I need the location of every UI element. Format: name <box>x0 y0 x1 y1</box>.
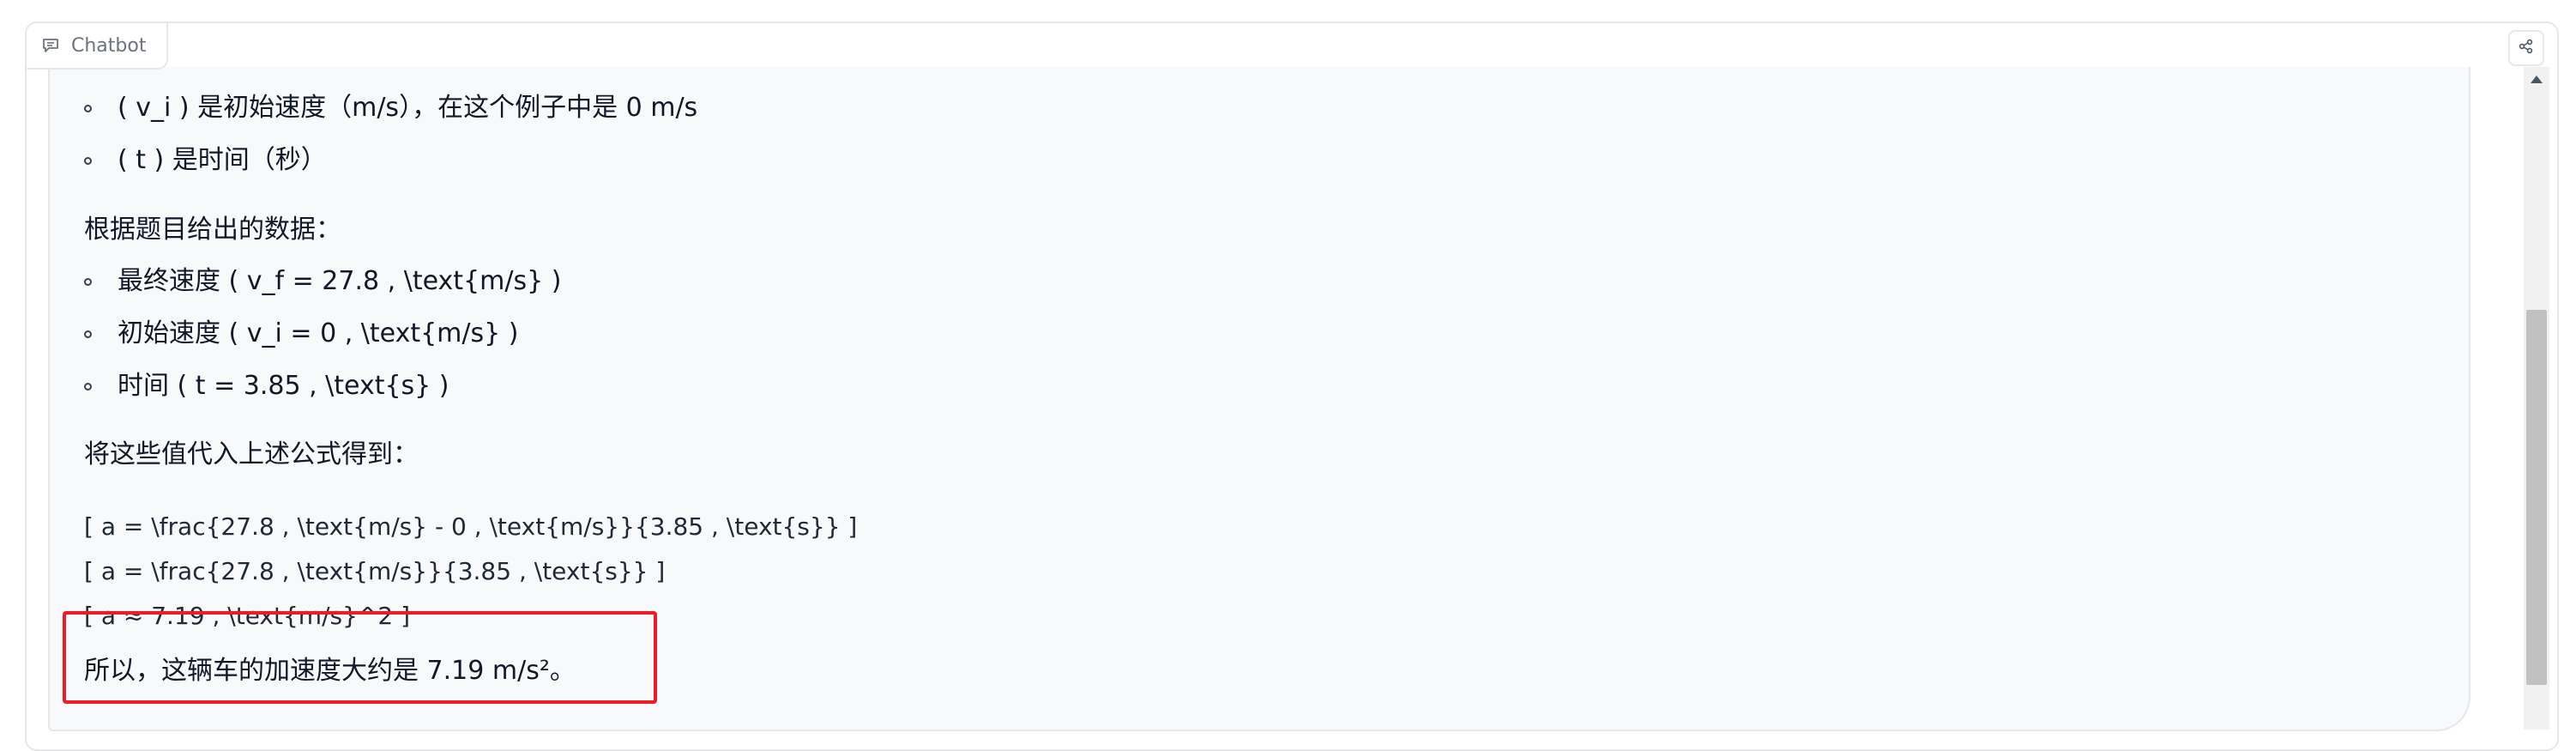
scrollbar-thumb[interactable] <box>2526 310 2547 685</box>
list-item: 时间 ( t = 3.85 , \text{s} ) <box>84 369 449 403</box>
chat-icon <box>42 38 59 53</box>
scroll-up-arrow-icon[interactable] <box>2531 76 2543 83</box>
share-button[interactable] <box>2508 30 2544 66</box>
bullet-icon <box>84 104 92 112</box>
list-item-text: 时间 ( t = 3.85 , \text{s} ) <box>118 371 449 401</box>
given-heading: 根据题目给出的数据： <box>84 215 341 245</box>
chatbot-label: Chatbot <box>25 21 169 70</box>
list-item-text: ( v_i ) 是初始速度（m/s），在这个例子中是 0 m/s <box>118 93 698 123</box>
equation-line: [ a = \frac{27.8 , \text{m/s}}{3.85 , \t… <box>84 557 666 585</box>
list-item: 初始速度 ( v_i = 0 , \text{m/s} ) <box>84 317 518 351</box>
bullet-icon <box>84 330 92 338</box>
list-item: 最终速度 ( v_f = 27.8 , \text{m/s} ) <box>84 264 561 299</box>
list-item-text: 最终速度 ( v_f = 27.8 , \text{m/s} ) <box>118 266 562 296</box>
share-icon <box>2519 39 2534 58</box>
bullet-icon <box>84 382 92 391</box>
list-item-text: 初始速度 ( v_i = 0 , \text{m/s} ) <box>118 318 519 348</box>
bullet-icon <box>84 156 92 165</box>
substitute-heading: 将这些值代入上述公式得到： <box>84 439 419 469</box>
list-item-text: ( t ) 是时间（秒） <box>118 145 327 175</box>
equation-line: [ a = \frac{27.8 , \text{m/s} - 0 , \tex… <box>84 512 858 541</box>
highlight-annotation <box>63 611 657 704</box>
chatbot-title: Chatbot <box>71 34 147 57</box>
list-item: ( v_i ) 是初始速度（m/s），在这个例子中是 0 m/s <box>84 91 697 125</box>
scrollbar[interactable] <box>2524 67 2549 730</box>
bullet-icon <box>84 277 92 286</box>
list-item: ( t ) 是时间（秒） <box>84 143 327 178</box>
